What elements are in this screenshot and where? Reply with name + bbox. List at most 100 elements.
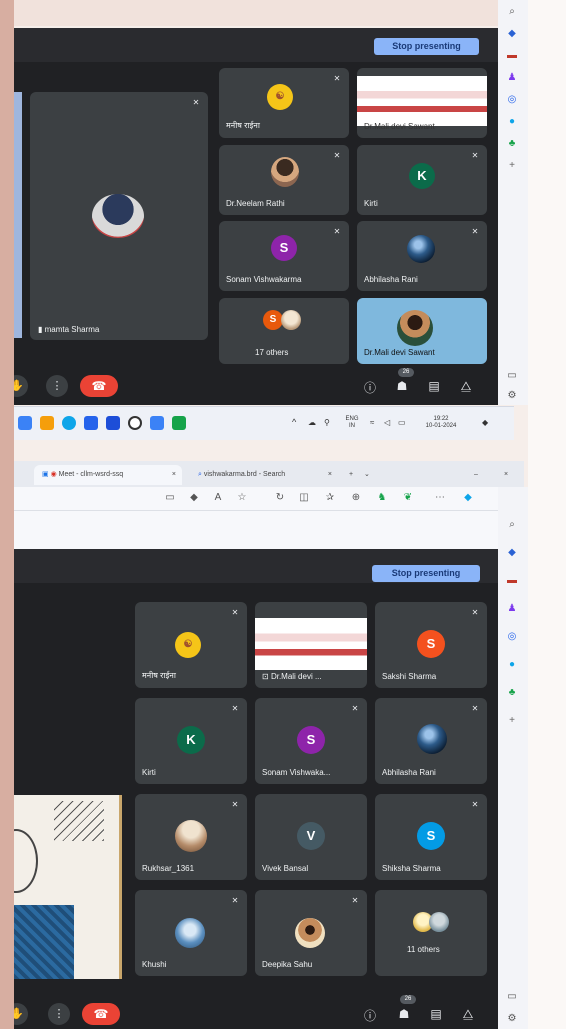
cloud-icon[interactable]: ☁ [308, 419, 316, 427]
participant-tile[interactable]: ✕ Abhilasha Rani [357, 221, 487, 291]
outlook-icon[interactable]: ● [506, 116, 518, 128]
participant-tile[interactable]: ✕ ☯ मनीष राईना [219, 68, 349, 138]
app-icon[interactable] [106, 416, 120, 430]
add-icon[interactable]: + [506, 160, 518, 172]
participant-tile[interactable]: ✕ Dr.Neelam Rathi [219, 145, 349, 215]
participant-tile[interactable]: ✕ K Kirti [357, 145, 487, 215]
clock[interactable]: 19:22 10-01-2024 [416, 416, 466, 430]
gear-icon[interactable]: ⚙ [506, 390, 518, 402]
layout-icon[interactable]: ▭ [506, 370, 518, 382]
tab-meet[interactable]: ▣ ◉ Meet - cllm-wsrd-ssq × [34, 465, 182, 485]
favorite-star-icon[interactable]: ☆ [236, 492, 248, 503]
leave-call-button[interactable]: ☎ [80, 375, 118, 397]
battery-icon[interactable]: ▭ [398, 419, 406, 427]
participant-tile[interactable]: ✕ K Kirti [135, 698, 247, 784]
split-screen-icon[interactable]: ◫ [298, 492, 310, 503]
windows-icon[interactable] [18, 416, 32, 430]
participant-tile[interactable]: ✕ S Sonam Vishwakarma [219, 221, 349, 291]
tab-search[interactable]: ⌕ vishwakarma.brd - Search × [190, 465, 338, 485]
activities-icon[interactable]: ⧋ [458, 379, 474, 394]
volume-icon[interactable]: ◁ [384, 419, 390, 427]
participant-tile[interactable]: ✕ Abhilasha Rani [375, 698, 487, 784]
xbox-icon[interactable] [172, 416, 186, 430]
tag-icon[interactable]: ◆ [506, 28, 518, 40]
favorites-icon[interactable]: ✰ [324, 492, 336, 503]
raise-hand-button[interactable]: ✋ [14, 1003, 28, 1025]
participant-tile[interactable]: ✕ S Sakshi Sharma [375, 602, 487, 688]
background-decoration-left [0, 0, 14, 1029]
outlook-icon[interactable]: ● [506, 659, 518, 671]
minimize-icon[interactable]: – [474, 465, 486, 485]
search-icon[interactable]: ⌕ [506, 6, 518, 18]
participant-count-badge: 26 [398, 368, 414, 377]
participant-tile[interactable]: ✕ Khushi [135, 890, 247, 976]
people-icon[interactable]: ♟ [506, 72, 518, 84]
wifi-icon[interactable]: ≈ [370, 419, 374, 427]
tree-icon[interactable]: ♣ [506, 687, 518, 699]
refresh-icon[interactable]: ↻ [274, 492, 286, 503]
store-icon[interactable] [84, 416, 98, 430]
search-icon[interactable]: ⌕ [506, 519, 518, 531]
people-icon[interactable]: ☗ [394, 379, 410, 393]
close-icon[interactable]: × [328, 465, 332, 485]
present-icon: ⊡ [262, 672, 271, 681]
more-menu-icon[interactable]: ⋯ [434, 492, 446, 503]
participant-tile[interactable]: ✕ Rukhsar_1361 [135, 794, 247, 880]
stop-presenting-button[interactable]: Stop presenting [374, 38, 479, 55]
chat-icon[interactable]: ▤ [426, 379, 442, 393]
activities-icon[interactable]: ⧋ [460, 1007, 476, 1022]
briefcase-icon[interactable]: ▬ [506, 575, 518, 587]
participant-tile[interactable]: S 17 others [219, 298, 349, 364]
participant-tile[interactable]: V Vivek Bansal [255, 794, 367, 880]
people-icon[interactable]: ☗ [396, 1007, 412, 1021]
participant-tile[interactable]: ⊡ Dr.Mali devi ... [255, 602, 367, 688]
read-aloud-icon[interactable]: A [212, 492, 224, 503]
stop-presenting-button[interactable]: Stop presenting [372, 565, 480, 582]
participant-tile[interactable]: ✕ S Shiksha Sharma [375, 794, 487, 880]
tray-chevron-icon[interactable]: ^ [292, 418, 296, 427]
folder-icon[interactable] [40, 416, 54, 430]
edge-icon[interactable] [62, 416, 76, 430]
chat-icon[interactable]: ▤ [428, 1007, 444, 1021]
raise-hand-button[interactable]: ✋ [14, 375, 28, 397]
copilot-icon[interactable]: ◆ [462, 492, 474, 503]
leave-call-button[interactable]: ☎ [82, 1003, 120, 1025]
language-indicator[interactable]: ENG IN [342, 416, 362, 430]
participant-tile[interactable]: ✕ ☯ मनीष राईना [135, 602, 247, 688]
circle-icon[interactable]: ◎ [506, 631, 518, 643]
app-icon[interactable] [150, 416, 164, 430]
presenter-tile[interactable]: ✕ ▮ mamta Sharma [30, 92, 208, 340]
extension-icon[interactable]: ❦ [402, 492, 414, 503]
collections-icon[interactable]: ⊕ [350, 492, 362, 503]
presentation-edge [14, 92, 22, 338]
tag-icon[interactable]: ◆ [506, 547, 518, 559]
layout-icon[interactable]: ▭ [506, 991, 518, 1003]
tree-icon[interactable]: ♣ [506, 138, 518, 150]
screen-cast-icon[interactable]: ▭ [164, 492, 176, 503]
participant-tile[interactable]: Dr.Mali devi Sawant [357, 298, 487, 364]
more-options-button[interactable]: ⋮ [46, 375, 68, 397]
participant-tile[interactable]: 11 others [375, 890, 487, 976]
presenter-self-tile[interactable] [14, 795, 122, 979]
participant-tile[interactable]: ✕ Deepika Sahu [255, 890, 367, 976]
briefcase-icon[interactable]: ▬ [506, 50, 518, 62]
extension-icon[interactable]: ♞ [376, 492, 388, 503]
close-icon[interactable]: × [172, 465, 176, 485]
participant-tile[interactable]: Dr.Mali devi Sawant [357, 68, 487, 138]
circle-icon[interactable]: ◎ [506, 94, 518, 106]
notification-icon[interactable]: ◆ [482, 419, 488, 427]
tab-list-chevron-icon[interactable]: ⌄ [364, 465, 376, 485]
participant-tile[interactable]: ✕ S Sonam Vishwaka... [255, 698, 367, 784]
chrome-icon[interactable] [128, 416, 142, 430]
new-tab-button[interactable]: + [344, 465, 358, 485]
close-window-icon[interactable]: × [504, 465, 516, 485]
slide-graphic [14, 905, 74, 979]
usb-icon[interactable]: ⚲ [324, 419, 330, 427]
people-icon[interactable]: ♟ [506, 603, 518, 615]
add-icon[interactable]: + [506, 715, 518, 727]
info-icon[interactable]: ⓘ [362, 379, 378, 396]
more-options-button[interactable]: ⋮ [48, 1003, 70, 1025]
tracking-icon[interactable]: ◆ [188, 492, 200, 503]
gear-icon[interactable]: ⚙ [506, 1013, 518, 1025]
info-icon[interactable]: ⓘ [362, 1007, 378, 1024]
